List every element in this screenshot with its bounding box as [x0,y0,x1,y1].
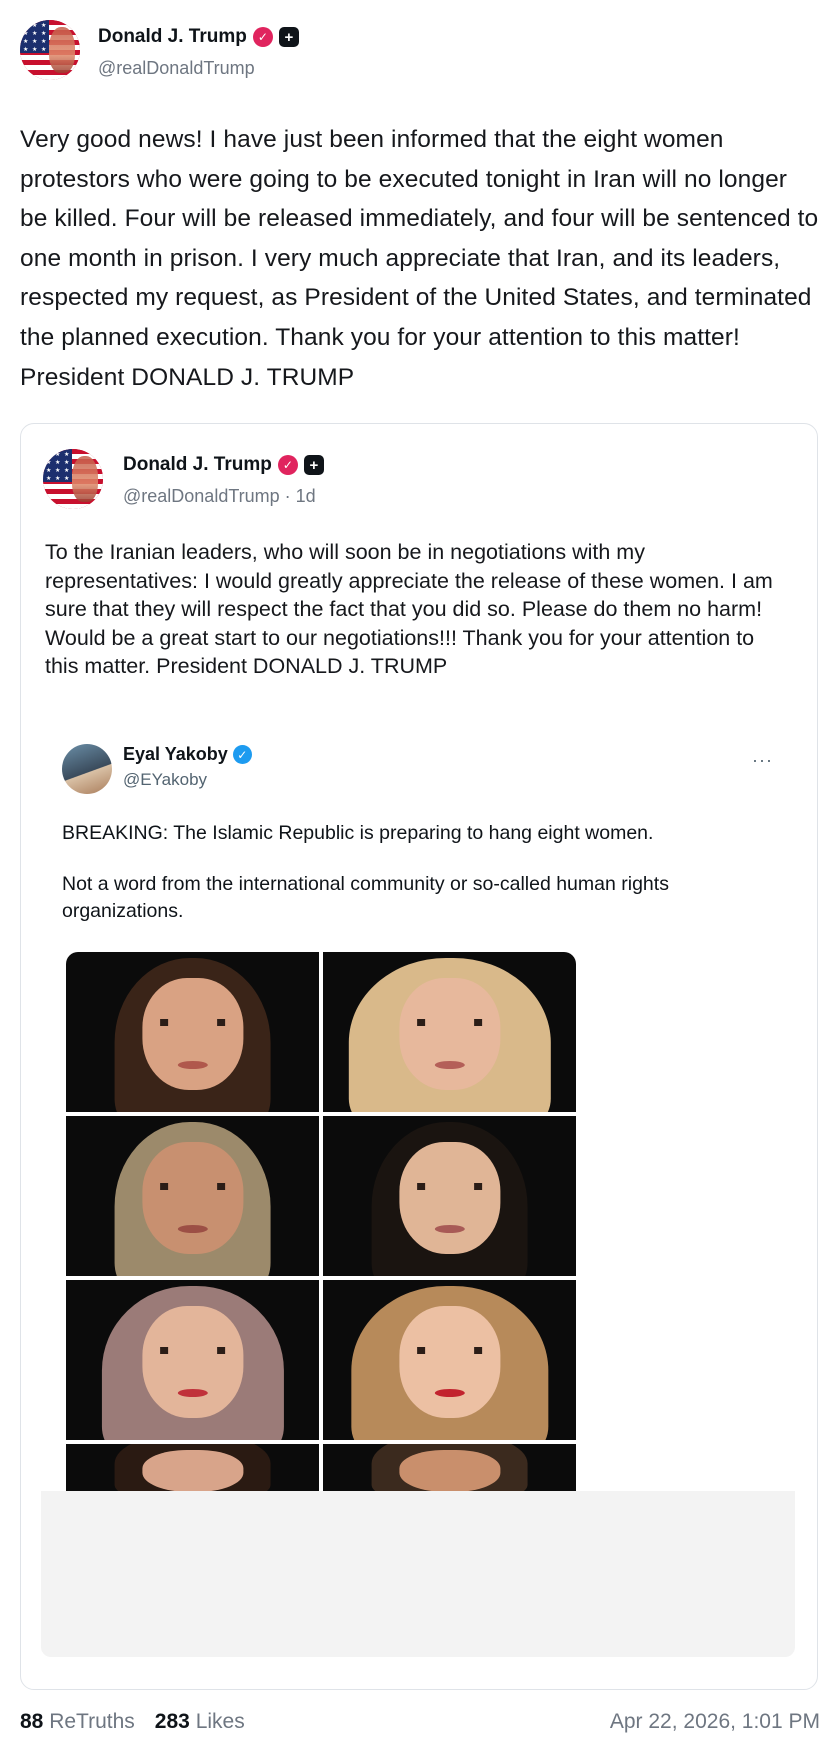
quoted-author-avatar[interactable]: ★ ★ ★ ★ ★ ★ ★ ★ ★ ★ ★ ★ [43,449,103,509]
embedded-author-name-row: Eyal Yakoby ✓ [123,744,252,765]
quoted-post-card[interactable]: ★ ★ ★ ★ ★ ★ ★ ★ ★ ★ ★ ★ Donald J. Trump ✓ + @realDo… [20,423,818,1690]
media-placeholder [41,1491,795,1657]
embedded-author-avatar [62,744,112,794]
flag-star-icon: ★ [41,31,47,37]
flag-star-icon: ★ [32,47,38,53]
blue-check-icon: ✓ [232,745,252,764]
flag-star-icon: ★ [23,31,29,37]
flag-star-icon: ★ [64,452,70,458]
retruths-stat[interactable]: 88 ReTruths [20,1710,135,1734]
flag-star-icon: ★ [46,476,52,482]
plus-badge-icon: + [278,27,299,47]
more-options-icon: ··· [752,750,773,770]
embedded-author-handle: @EYakoby [123,770,208,789]
flag-star-icon: ★ [23,39,29,45]
flag-star-icon: ★ [46,452,52,458]
flag-star-icon: ★ [64,468,70,474]
flag-star-icon: ★ [64,460,70,466]
likes-stat[interactable]: 283 Likes [155,1710,245,1734]
flag-star-icon: ★ [55,460,61,466]
flag-star-icon: ★ [41,39,47,45]
engagement-stats: 88 ReTruths 283 Likes [20,1710,245,1734]
portrait-photo [323,1116,576,1276]
portrait-photo [323,1444,576,1492]
portrait-photo [323,952,576,1112]
flag-star-icon: ★ [23,47,29,53]
author-name[interactable]: Donald J. Trump [98,26,247,48]
flag-star-icon: ★ [32,31,38,37]
embedded-author-name: Eyal Yakoby [123,744,228,764]
embedded-text-line1: BREAKING: The Islamic Republic is prepar… [62,822,654,844]
post-text: Very good news! I have just been informe… [20,126,819,391]
quoted-author-handle[interactable]: @realDonaldTrump · 1d [123,486,316,507]
plus-badge-icon: + [303,455,324,475]
author-handle[interactable]: @realDonaldTrump [98,58,255,79]
author-avatar[interactable]: ★ ★ ★ ★ ★ ★ ★ ★ ★ ★ ★ ★ [20,20,80,80]
flag-star-icon: ★ [23,23,29,29]
portrait-photo [66,952,319,1112]
verified-badge-icon: ✓ [252,27,273,47]
flag-star-icon: ★ [41,47,47,53]
quoted-author-name[interactable]: Donald J. Trump [123,454,272,476]
flag-star-icon: ★ [46,460,52,466]
quoted-post-text: To the Iranian leaders, who will soon be… [45,540,773,678]
flag-star-icon: ★ [64,476,70,482]
portrait-photo [66,1116,319,1276]
embedded-text-line2: Not a word from the international commun… [62,873,669,922]
flag-star-icon: ★ [46,468,52,474]
flag-star-icon: ★ [55,468,61,474]
flag-star-icon: ★ [55,476,61,482]
flag-star-icon: ★ [32,23,38,29]
portrait-photo-grid [66,952,576,1492]
post-timestamp[interactable]: Apr 22, 2026, 1:01 PM [610,1710,820,1734]
portrait-photo [323,1280,576,1440]
flag-star-icon: ★ [41,23,47,29]
portrait-photo [66,1280,319,1440]
quoted-author-name-row[interactable]: Donald J. Trump ✓ + [123,454,324,476]
flag-star-icon: ★ [55,452,61,458]
author-name-row[interactable]: Donald J. Trump ✓ + [98,26,299,48]
flag-star-icon: ★ [32,39,38,45]
portrait-photo [66,1444,319,1492]
verified-badge-icon: ✓ [277,455,298,475]
